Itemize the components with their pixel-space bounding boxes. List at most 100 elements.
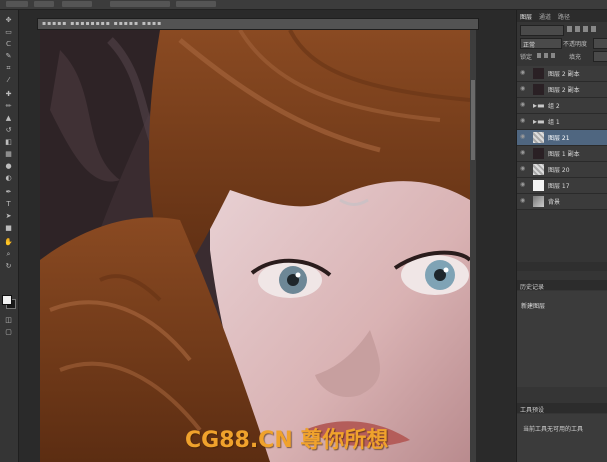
document-canvas[interactable] bbox=[40, 30, 470, 462]
layer-thumbnail bbox=[533, 68, 544, 79]
visibility-eye-icon[interactable]: ◉ bbox=[520, 117, 526, 125]
lock-label: 锁定 bbox=[520, 54, 533, 61]
blend-mode-select[interactable]: 正常 bbox=[520, 38, 562, 49]
watermark-text: CG88.CN 尊你所想 bbox=[185, 428, 389, 453]
tab-layers[interactable]: 图层 bbox=[520, 12, 532, 21]
visibility-eye-icon[interactable]: ◉ bbox=[520, 197, 526, 205]
blend-mode-value: 正常 bbox=[523, 42, 536, 49]
pen-tool-icon[interactable]: ✒ bbox=[3, 188, 14, 196]
lock-position-icon[interactable] bbox=[544, 53, 548, 58]
history-panel-title[interactable]: 历史记录 bbox=[520, 282, 544, 291]
visibility-eye-icon[interactable]: ◉ bbox=[520, 133, 526, 141]
layer-name: 图层 1 副本 bbox=[548, 151, 580, 158]
layer-row[interactable]: ◉ 图层 1 副本 bbox=[517, 146, 607, 162]
tab-channels[interactable]: 通道 bbox=[539, 12, 551, 21]
painting-artwork bbox=[40, 30, 470, 462]
crop-tool-icon[interactable]: ⌗ bbox=[3, 64, 14, 72]
lasso-tool-icon[interactable]: ᑕ bbox=[3, 40, 14, 48]
eraser-tool-icon[interactable]: ◧ bbox=[3, 138, 14, 146]
layer-thumbnail bbox=[533, 84, 544, 95]
document-title: ▪▪▪▪▪ ▪▪▪▪▪▪▪▪ ▪▪▪▪▪ ▪▪▪▪ bbox=[42, 20, 163, 27]
layer-thumbnail bbox=[533, 196, 544, 207]
filter-type-icon[interactable] bbox=[583, 26, 588, 32]
options-bar bbox=[0, 0, 607, 10]
tab-paths[interactable]: 路径 bbox=[558, 12, 570, 21]
visibility-eye-icon[interactable]: ◉ bbox=[520, 149, 526, 157]
dodge-tool-icon[interactable]: ◐ bbox=[3, 174, 14, 182]
visibility-eye-icon[interactable]: ◉ bbox=[520, 69, 526, 77]
visibility-eye-icon[interactable]: ◉ bbox=[520, 101, 526, 109]
layer-thumbnail bbox=[533, 164, 544, 175]
layers-list: ◉ 图层 2 副本 ◉ 图层 2 副本 ◉ ▸▬ 组 2 ◉ ▸▬ 组 1 ◉ … bbox=[517, 66, 607, 216]
quick-mask-icon[interactable]: ◫ bbox=[3, 316, 14, 324]
shape-tool-icon[interactable]: ■ bbox=[3, 224, 14, 232]
folder-icon: ▸▬ bbox=[533, 101, 545, 110]
layer-row[interactable]: ◉ ▸▬ 组 2 bbox=[517, 98, 607, 114]
options-field-2[interactable] bbox=[176, 1, 216, 7]
history-list: 新建图层 bbox=[517, 291, 607, 387]
blur-tool-icon[interactable]: ● bbox=[3, 162, 14, 170]
opacity-label: 不透明度 bbox=[563, 41, 588, 48]
history-item[interactable]: 新建图层 bbox=[521, 301, 545, 310]
quick-select-tool-icon[interactable]: ✎ bbox=[3, 52, 14, 60]
canvas-vertical-scrollbar[interactable] bbox=[470, 30, 476, 462]
layer-row[interactable]: ◉ 背景 bbox=[517, 194, 607, 210]
tool-presets-list: 当前工具无可用的工具 bbox=[517, 414, 607, 462]
layer-name: 图层 2 副本 bbox=[548, 87, 580, 94]
tools-panel: ✥ ▭ ᑕ ✎ ⌗ ⁄ ✚ ✏ ▲ ↺ ◧ ▦ ● ◐ ✒ T ➤ ■ ✋ ⌕ … bbox=[0, 10, 19, 462]
opacity-field[interactable] bbox=[593, 38, 607, 49]
tool-presets-panel-header: 工具预设 bbox=[517, 403, 607, 414]
history-brush-tool-icon[interactable]: ↺ bbox=[3, 126, 14, 134]
fill-label: 填充 bbox=[569, 54, 582, 61]
layer-name: 图层 21 bbox=[548, 135, 570, 142]
hand-tool-icon[interactable]: ✋ bbox=[3, 238, 14, 246]
filter-icons bbox=[567, 26, 605, 34]
path-select-tool-icon[interactable]: ➤ bbox=[3, 212, 14, 220]
layer-row[interactable]: ◉ 图层 2 副本 bbox=[517, 82, 607, 98]
tool-preset-picker[interactable] bbox=[6, 1, 28, 7]
layer-thumbnail bbox=[533, 132, 544, 143]
fill-field[interactable] bbox=[593, 51, 607, 62]
eyedropper-tool-icon[interactable]: ⁄ bbox=[3, 76, 14, 84]
tool-presets-panel-title[interactable]: 工具预设 bbox=[520, 405, 544, 414]
history-panel-header: 历史记录 bbox=[517, 280, 607, 291]
layers-footer-bar bbox=[517, 262, 607, 271]
layer-name: 图层 20 bbox=[548, 167, 570, 174]
layer-row[interactable]: ◉ ▸▬ 组 1 bbox=[517, 114, 607, 130]
brush-tool-icon[interactable]: ✏ bbox=[3, 102, 14, 110]
right-panels: 图层 通道 路径 正常 不透明度 锁定 填充 ◉ 图层 2 副本 ◉ 图层 2 … bbox=[516, 10, 607, 462]
document-tab[interactable]: ▪▪▪▪▪ ▪▪▪▪▪▪▪▪ ▪▪▪▪▪ ▪▪▪▪ bbox=[37, 18, 479, 30]
filter-shape-icon[interactable] bbox=[591, 26, 596, 32]
scrollbar-thumb[interactable] bbox=[471, 80, 475, 160]
visibility-eye-icon[interactable]: ◉ bbox=[520, 85, 526, 93]
healing-brush-tool-icon[interactable]: ✚ bbox=[3, 90, 14, 98]
gradient-tool-icon[interactable]: ▦ bbox=[3, 150, 14, 158]
foreground-color-swatch[interactable] bbox=[2, 295, 12, 305]
layer-name: 图层 2 副本 bbox=[548, 71, 580, 78]
options-dropdown[interactable] bbox=[34, 1, 54, 7]
layer-row-selected[interactable]: ◉ 图层 21 bbox=[517, 130, 607, 146]
screen-mode-icon[interactable]: ▢ bbox=[3, 328, 14, 336]
move-tool-icon[interactable]: ✥ bbox=[3, 16, 14, 24]
lock-all-icon[interactable] bbox=[551, 53, 555, 58]
options-dropdown-2[interactable] bbox=[62, 1, 92, 7]
layer-row[interactable]: ◉ 图层 20 bbox=[517, 162, 607, 178]
layer-filter-dropdown[interactable] bbox=[520, 25, 564, 36]
filter-adjust-icon[interactable] bbox=[575, 26, 580, 32]
layer-name: 组 2 bbox=[548, 103, 560, 110]
marquee-tool-icon[interactable]: ▭ bbox=[3, 28, 14, 36]
clone-stamp-tool-icon[interactable]: ▲ bbox=[3, 114, 14, 122]
visibility-eye-icon[interactable]: ◉ bbox=[520, 165, 526, 173]
lock-pixels-icon[interactable] bbox=[537, 53, 541, 58]
folder-icon: ▸▬ bbox=[533, 117, 545, 126]
rotate-view-tool-icon[interactable]: ↻ bbox=[3, 262, 14, 270]
filter-pixel-icon[interactable] bbox=[567, 26, 572, 32]
options-field[interactable] bbox=[110, 1, 170, 7]
layer-thumbnail bbox=[533, 148, 544, 159]
tool-presets-empty-message: 当前工具无可用的工具 bbox=[523, 426, 584, 433]
type-tool-icon[interactable]: T bbox=[3, 200, 14, 208]
zoom-tool-icon[interactable]: ⌕ bbox=[3, 250, 14, 258]
layer-row[interactable]: ◉ 图层 17 bbox=[517, 178, 607, 194]
visibility-eye-icon[interactable]: ◉ bbox=[520, 181, 526, 189]
layer-row[interactable]: ◉ 图层 2 副本 bbox=[517, 66, 607, 82]
